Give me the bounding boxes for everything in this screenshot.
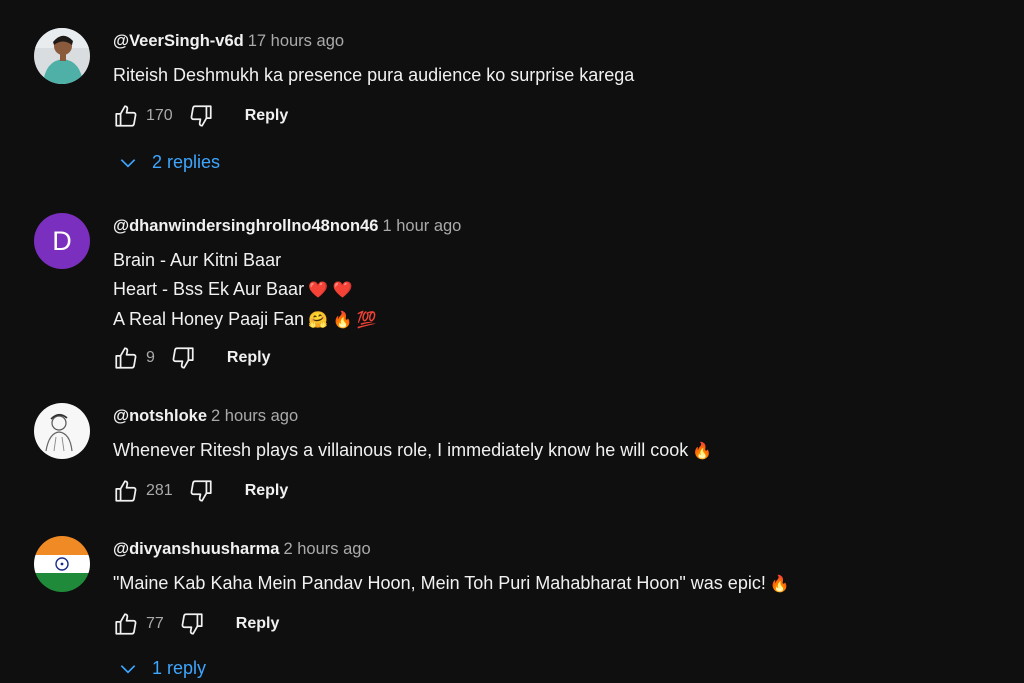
avatar[interactable]: D	[34, 213, 90, 269]
replies-count-label: 1 reply	[152, 658, 207, 678]
thumbs-down-icon	[172, 347, 194, 369]
like-count: 9	[146, 349, 155, 366]
sketch-avatar-icon	[34, 403, 90, 459]
comment-actions: 281 Reply	[110, 475, 288, 507]
dislike-button[interactable]	[176, 608, 208, 640]
comment-line: "Maine Kab Kaha Mein Pandav Hoon, Mein T…	[113, 573, 790, 593]
comment-line: Heart - Bss Ek Aur Baar ❤️ ❤️	[113, 279, 353, 299]
comment-text: Riteish Deshmukh ka presence pura audien…	[113, 61, 634, 90]
heart-emoji: ❤️ ❤️	[308, 282, 353, 299]
author-name[interactable]: @divyanshuusharma	[113, 540, 279, 558]
comment-actions: 9 Reply	[110, 342, 270, 374]
dislike-button[interactable]	[167, 342, 199, 374]
comment-line: A Real Honey Paaji Fan 🤗 🔥 💯	[113, 309, 377, 329]
like-count: 170	[146, 107, 173, 124]
view-replies-button[interactable]: 1 reply	[118, 658, 206, 679]
reply-button[interactable]: Reply	[245, 107, 289, 125]
chevron-down-icon	[118, 659, 138, 679]
comment-actions: 77 Reply	[110, 608, 279, 640]
comments-section: @VeerSingh-v6d 17 hours ago Riteish Deshm…	[0, 0, 1024, 683]
like-button[interactable]	[110, 608, 142, 640]
like-button[interactable]	[110, 100, 142, 132]
dislike-button[interactable]	[185, 475, 217, 507]
reply-button[interactable]: Reply	[227, 349, 271, 367]
avatar[interactable]	[34, 403, 90, 459]
reply-button[interactable]: Reply	[245, 482, 289, 500]
timestamp[interactable]: 1 hour ago	[382, 217, 461, 235]
fire-emoji: 🔥	[692, 443, 713, 460]
like-button[interactable]	[110, 475, 142, 507]
india-flag-avatar-icon	[34, 536, 90, 592]
avatar[interactable]	[34, 536, 90, 592]
reply-button[interactable]: Reply	[236, 615, 280, 633]
thumbs-up-icon	[115, 613, 137, 635]
replies-count-label: 2 replies	[152, 152, 221, 172]
comment-text: Whenever Ritesh plays a villainous role,…	[113, 436, 712, 466]
view-replies-button[interactable]: 2 replies	[118, 152, 220, 173]
timestamp[interactable]: 2 hours ago	[211, 407, 298, 425]
thumbs-up-icon	[115, 347, 137, 369]
timestamp[interactable]: 2 hours ago	[283, 540, 370, 558]
author-name[interactable]: @VeerSingh-v6d	[113, 32, 244, 50]
comment-header: @divyanshuusharma 2 hours ago	[113, 540, 371, 559]
author-name[interactable]: @dhanwindersinghrollno48non46	[113, 217, 378, 235]
timestamp[interactable]: 17 hours ago	[248, 32, 344, 50]
chevron-down-icon	[118, 153, 138, 173]
comment-text: "Maine Kab Kaha Mein Pandav Hoon, Mein T…	[113, 569, 790, 599]
fire-emoji: 🔥	[769, 576, 790, 593]
thumbs-down-icon	[181, 613, 203, 635]
comment-text: Brain - Aur Kitni Baar Heart - Bss Ek Au…	[113, 246, 377, 335]
thumbs-up-icon	[115, 105, 137, 127]
comment-line: Whenever Ritesh plays a villainous role,…	[113, 440, 713, 460]
dislike-button[interactable]	[185, 100, 217, 132]
thumbs-up-icon	[115, 480, 137, 502]
like-button[interactable]	[110, 342, 142, 374]
avatar[interactable]	[34, 28, 90, 84]
comment-line: Brain - Aur Kitni Baar	[113, 250, 282, 270]
photo-avatar-icon	[34, 28, 90, 84]
comment-line: Riteish Deshmukh ka presence pura audien…	[113, 65, 635, 85]
comment-header: @dhanwindersinghrollno48non46 1 hour ago	[113, 217, 461, 236]
comment-header: @VeerSingh-v6d 17 hours ago	[113, 32, 344, 51]
emoji-group: 🤗 🔥 💯	[308, 312, 377, 329]
like-count: 281	[146, 482, 173, 499]
comment-actions: 170 Reply	[110, 100, 288, 132]
like-count: 77	[146, 615, 164, 632]
thumbs-down-icon	[190, 480, 212, 502]
author-name[interactable]: @notshloke	[113, 407, 207, 425]
comment-header: @notshloke 2 hours ago	[113, 407, 298, 426]
thumbs-down-icon	[190, 105, 212, 127]
